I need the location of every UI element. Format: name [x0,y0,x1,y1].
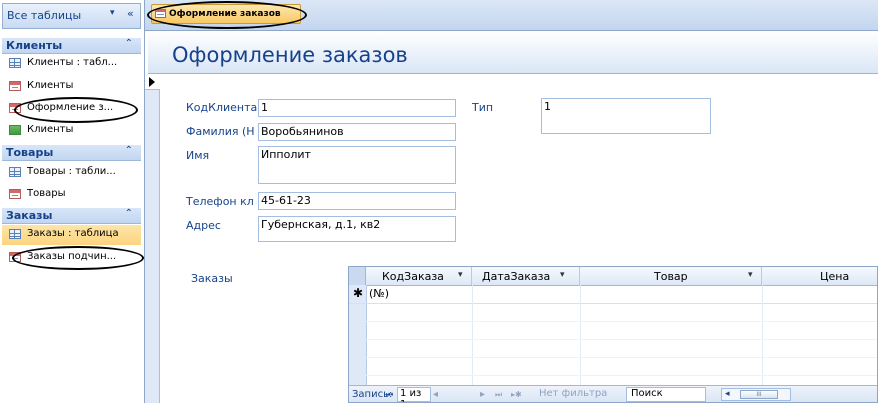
label-client-id: КодКлиента [186,101,258,114]
filter-status[interactable]: Нет фильтра [539,388,607,399]
column-filter-dropdown-icon[interactable]: ▾ [458,270,463,280]
record-selector[interactable] [145,74,160,90]
nav-item-label: Товары [27,188,66,199]
scroll-left-icon[interactable]: ◂ [725,389,730,399]
column-header-order-id[interactable]: КодЗаказа ▾ [366,267,472,285]
column-header-product[interactable]: Товар ▾ [580,267,762,285]
record-selector-bar [145,74,160,403]
address-field[interactable]: Губернская, д.1, кв2 [258,216,456,242]
grid-line [472,285,473,385]
collapse-chevron-icon[interactable]: ⌃ [125,145,133,156]
column-filter-dropdown-icon[interactable]: ▾ [748,270,753,280]
table-icon [9,167,21,177]
tab-label: Оформление заказов [169,9,281,19]
record-navigation-bar: Запись: ⏮ 1 из 1 ◂ ▸ ⏭ ▸✱ Нет фильтра По… [349,385,877,402]
label-type: Тип [472,101,494,114]
next-record-icon[interactable]: ▸ [480,389,485,400]
prev-record-icon[interactable]: ◂ [433,389,438,400]
nav-pane-header[interactable]: Все таблицы ▾ « [2,3,141,29]
grid-line [366,339,877,340]
grid-line [366,357,877,358]
last-record-icon[interactable]: ⏭ [495,390,502,400]
nav-group-label: Товары [6,146,54,159]
nav-pane-dropdown-icon[interactable]: ▾ [110,8,115,18]
nav-item-label: Товары : табли... [27,166,116,177]
nav-pane-collapse-icon[interactable]: « [127,7,134,20]
nav-item-label: Заказы подчин... [27,251,117,262]
label-phone: Телефон кл [186,195,254,208]
grid-line [366,375,877,376]
label-name: Имя [186,149,210,162]
form-icon [9,103,21,113]
collapse-chevron-icon[interactable]: ⌃ [125,38,133,49]
orders-subform[interactable]: КодЗаказа ▾ ДатаЗаказа ▾ Товар ▾ Цена ✱ … [348,266,878,403]
scroll-thumb[interactable]: III [740,390,778,399]
document-tab-bar: Оформление заказов [145,0,878,31]
client-id-field[interactable]: 1 [258,99,456,117]
form-icon [9,252,21,262]
grid-line [762,285,763,385]
nav-item-label: Оформление з... [27,102,114,113]
grid-line [580,285,581,385]
report-icon [9,125,21,135]
nav-group-clients[interactable]: Клиенты ⌃ [2,38,141,54]
new-row-order-id-cell[interactable]: (№) [369,287,389,300]
nav-item-label: Клиенты [27,80,74,91]
table-icon [9,58,21,68]
form-icon [9,81,21,91]
nav-item-goods-form[interactable]: Товары [2,185,141,205]
label-address: Адрес [186,219,221,232]
nav-item-clients-report[interactable]: Клиенты [2,121,141,141]
nav-item-order-form[interactable]: Оформление з... [2,99,141,119]
form-header: Оформление заказов [148,31,878,74]
form-icon [155,9,166,18]
nav-item-label: Клиенты : табл... [27,57,118,68]
horizontal-scrollbar[interactable]: ◂ III [721,388,791,401]
form-icon [9,189,21,199]
navigation-pane: Все таблицы ▾ « Клиенты ⌃ Клиенты : табл… [0,0,145,403]
table-icon [9,229,21,239]
nav-item-goods-table[interactable]: Товары : табли... [2,163,141,183]
select-all-corner[interactable] [349,267,366,285]
nav-item-clients-table[interactable]: Клиенты : табл... [2,54,141,74]
collapse-chevron-icon[interactable]: ⌃ [125,208,133,219]
nav-item-orders-subform[interactable]: Заказы подчин... [2,248,141,268]
phone-field[interactable]: 45-61-23 [258,192,456,210]
nav-item-label: Заказы : таблица [27,228,119,239]
column-header-order-date[interactable]: ДатаЗаказа ▾ [472,267,580,285]
name-field[interactable]: Ипполит [258,146,456,184]
datasheet-header: КодЗаказа ▾ ДатаЗаказа ▾ Товар ▾ Цена [349,267,877,286]
column-label: КодЗаказа [382,270,444,283]
subform-label-orders: Заказы [191,272,233,285]
current-record-field[interactable]: 1 из 1 [397,387,431,402]
nav-pane-title[interactable]: Все таблицы [7,9,81,22]
column-label: Цена [820,270,850,283]
surname-field[interactable]: Воробьянинов [258,123,456,141]
label-surname: Фамилия (Н [186,125,255,138]
nav-group-label: Заказы [6,209,53,222]
nav-group-orders[interactable]: Заказы ⌃ [2,208,141,224]
nav-item-clients-form[interactable]: Клиенты [2,77,141,97]
current-record-arrow-icon [149,77,155,87]
type-field[interactable]: 1 [541,98,711,134]
grid-line [366,321,877,322]
new-record-nav-icon[interactable]: ▸✱ [511,390,522,399]
datasheet-new-row[interactable]: ✱ (№) [349,285,877,304]
nav-group-goods[interactable]: Товары ⌃ [2,145,141,161]
form-title: Оформление заказов [172,43,408,67]
nav-item-label: Клиенты [27,124,74,135]
nav-item-orders-table[interactable]: Заказы : таблица [2,225,141,245]
search-input[interactable]: Поиск [626,387,706,402]
column-header-price[interactable]: Цена [762,267,877,285]
column-label: ДатаЗаказа [482,270,551,283]
nav-group-label: Клиенты [6,39,63,52]
tab-order-form[interactable]: Оформление заказов [151,4,301,24]
new-record-icon: ✱ [353,286,364,300]
first-record-icon[interactable]: ⏮ [386,390,393,400]
column-label: Товар [654,270,688,283]
column-filter-dropdown-icon[interactable]: ▾ [560,270,565,280]
